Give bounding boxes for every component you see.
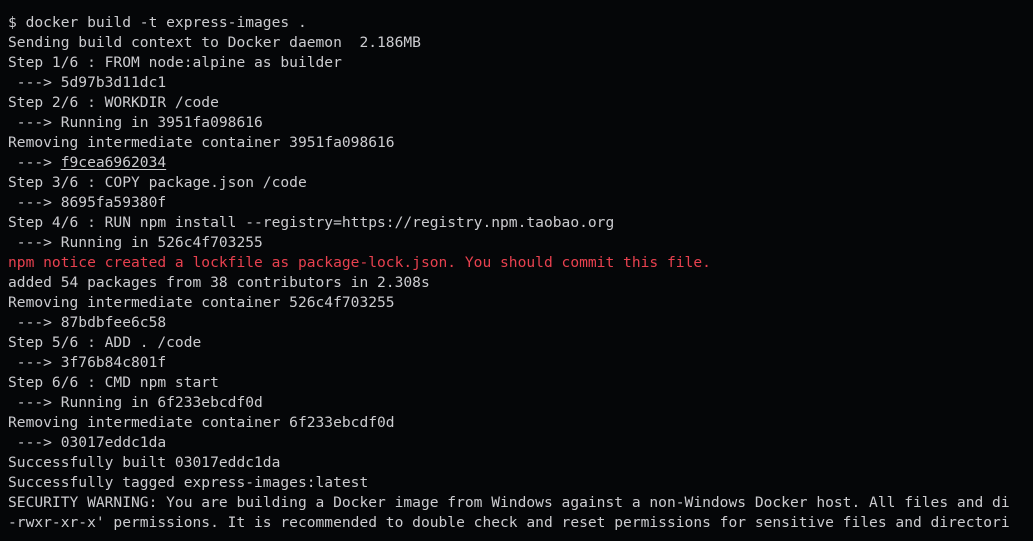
terminal-line: ---> 87bdbfee6c58 [8,314,167,331]
terminal-line: Successfully tagged express-images:lates… [8,474,369,491]
terminal-line: ---> Running in 3951fa098616 [8,114,263,131]
terminal-scrollback[interactable]: $ docker build -t express-images . Sendin… [0,0,1033,533]
terminal-line: Step 1/6 : FROM node:alpine as builder [8,54,342,71]
terminal-line: $ docker build -t express-images . [8,14,307,31]
terminal-line: Step 3/6 : COPY package.json /code [8,174,307,191]
terminal-line: Step 6/6 : CMD npm start [8,374,219,391]
terminal-line: ---> f9cea6962034 [8,154,167,171]
terminal-line: -rwxr-xr-x' permissions. It is recommend… [8,514,1010,531]
terminal-window[interactable]: $ docker build -t express-images . Sendin… [0,0,1033,541]
terminal-line: ---> 5d97b3d11dc1 [8,74,167,91]
terminal-line: npm notice created a lockfile as package… [8,254,711,271]
terminal-line: SECURITY WARNING: You are building a Doc… [8,494,1010,511]
terminal-line: added 54 packages from 38 contributors i… [8,274,430,291]
terminal-line: Step 2/6 : WORKDIR /code [8,94,219,111]
layer-id-underlined[interactable]: f9cea6962034 [61,154,166,171]
terminal-line: Step 4/6 : RUN npm install --registry=ht… [8,214,615,231]
terminal-line: ---> 8695fa59380f [8,194,167,211]
terminal-line: Removing intermediate container 526c4f70… [8,294,395,311]
terminal-line: Removing intermediate container 6f233ebc… [8,414,395,431]
terminal-line: Removing intermediate container 3951fa09… [8,134,395,151]
terminal-line: ---> 03017eddc1da [8,434,167,451]
terminal-line: Sending build context to Docker daemon 2… [8,34,421,51]
terminal-line: ---> Running in 6f233ebcdf0d [8,394,263,411]
terminal-line: ---> 3f76b84c801f [8,354,167,371]
terminal-line: ---> Running in 526c4f703255 [8,234,263,251]
terminal-line: Step 5/6 : ADD . /code [8,334,202,351]
terminal-line: Successfully built 03017eddc1da [8,454,281,471]
